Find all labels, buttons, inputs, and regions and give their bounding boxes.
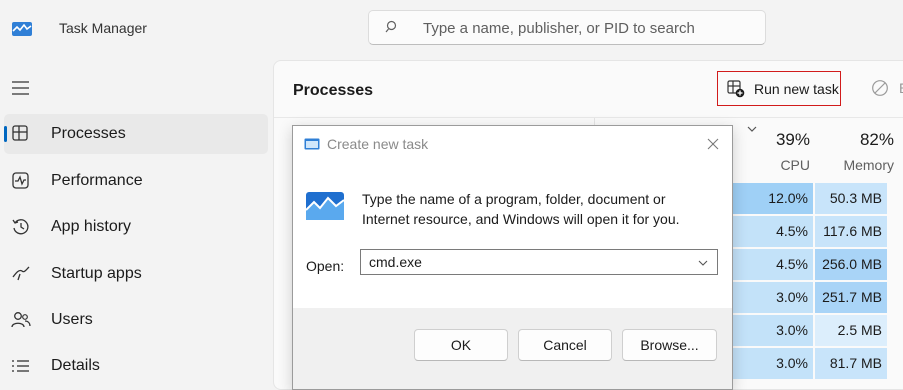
chevron-down-icon[interactable]: [698, 259, 708, 267]
search-box[interactable]: Type a name, publisher, or PID to search: [368, 10, 766, 45]
end-task-label[interactable]: E: [899, 80, 903, 96]
dialog-title: Create new task: [327, 136, 429, 152]
sidebar-item-label: Users: [51, 311, 93, 328]
details-icon: [12, 360, 29, 372]
startup-apps-icon: [12, 266, 30, 281]
end-task-icon[interactable]: [871, 79, 889, 97]
run-new-task-button[interactable]: Run new task: [717, 71, 841, 106]
run-new-task-label: Run new task: [754, 81, 839, 97]
ok-button[interactable]: OK: [414, 329, 508, 361]
memory-cell: 117.6 MB: [815, 216, 887, 247]
close-icon[interactable]: [707, 138, 719, 150]
memory-column-percent[interactable]: 82%: [822, 130, 894, 150]
create-new-task-dialog: Create new task Type the name of a progr…: [292, 125, 733, 390]
memory-cell: 81.7 MB: [815, 348, 887, 379]
run-new-task-icon: [727, 80, 745, 98]
memory-cell: 2.5 MB: [815, 315, 887, 346]
browse-button[interactable]: Browse...: [622, 329, 717, 361]
memory-cell: 256.0 MB: [815, 249, 887, 280]
sidebar-item-label: Details: [51, 357, 100, 374]
cpu-cell: 3.0%: [733, 315, 813, 346]
cpu-column-percent[interactable]: 39%: [756, 130, 810, 150]
cpu-cell: 12.0%: [733, 183, 813, 214]
cpu-cell: 3.0%: [733, 282, 813, 313]
sidebar-item-performance[interactable]: Performance: [0, 161, 268, 201]
run-dialog-icon: [304, 138, 320, 150]
sidebar-item-users[interactable]: Users: [0, 300, 268, 340]
app-history-icon: [12, 219, 29, 235]
open-input[interactable]: cmd.exe: [369, 254, 422, 270]
sidebar-item-label: Performance: [51, 172, 143, 189]
app-title: Task Manager: [59, 20, 147, 36]
dialog-description-line: Internet resource, and Windows will open…: [362, 211, 680, 227]
dialog-description: Type the name of a program, folder, docu…: [362, 189, 722, 229]
cpu-cell: 3.0%: [733, 348, 813, 379]
sidebar-item-startup-apps[interactable]: Startup apps: [0, 254, 268, 294]
sidebar-item-label: App history: [51, 218, 132, 235]
selection-indicator: [4, 126, 7, 142]
dialog-description-line: Type the name of a program, folder, docu…: [362, 191, 666, 207]
cpu-cell: 4.5%: [733, 216, 813, 247]
sidebar-item-processes[interactable]: Processes: [4, 114, 268, 154]
sidebar-item-label: Startup apps: [51, 265, 142, 282]
memory-column-header[interactable]: Memory: [822, 157, 894, 173]
sidebar-item-app-history[interactable]: App history: [0, 207, 268, 247]
task-manager-large-icon: [306, 192, 344, 220]
cpu-column-header[interactable]: CPU: [756, 157, 810, 173]
page-title: Processes: [293, 82, 374, 99]
open-label: Open:: [306, 258, 345, 274]
hamburger-menu-icon[interactable]: [12, 80, 30, 96]
sidebar-item-details[interactable]: Details: [0, 346, 268, 386]
performance-icon: [12, 172, 29, 189]
toolbar-divider: [274, 117, 903, 118]
cpu-cell: 4.5%: [733, 249, 813, 280]
memory-cell: 50.3 MB: [815, 183, 887, 214]
search-input[interactable]: Type a name, publisher, or PID to search: [423, 20, 695, 37]
task-manager-icon: [12, 22, 32, 36]
cancel-button[interactable]: Cancel: [518, 329, 612, 361]
search-icon: [385, 20, 397, 33]
users-icon: [11, 312, 31, 328]
memory-cell: 251.7 MB: [815, 282, 887, 313]
sidebar-item-label: Processes: [51, 125, 126, 142]
processes-icon: [12, 125, 28, 141]
open-combobox[interactable]: cmd.exe: [360, 249, 718, 275]
